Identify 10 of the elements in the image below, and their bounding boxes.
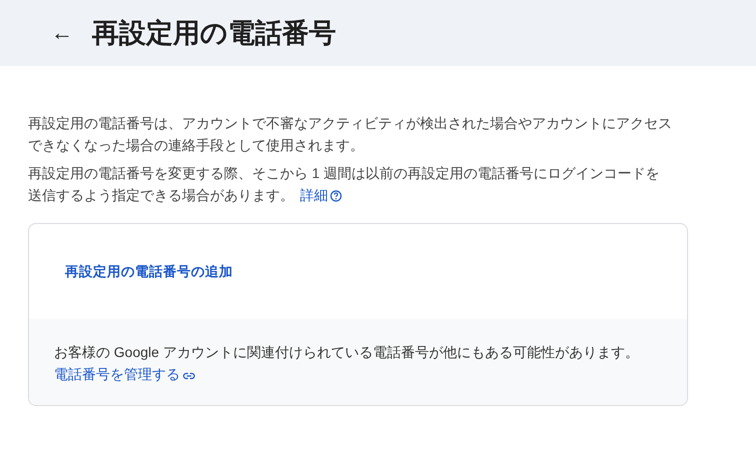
description-text: 再設定用の電話番号は、アカウントで不審なアクティビティが検出された場合やアカウントにアクセスできなくなった場合の連絡手段として使用されます。	[28, 114, 673, 155]
note-text: お客様の Google アカウントに関連付けられている電話番号が他にもある可能性があります。 電話番号を管理する	[54, 344, 639, 382]
details-link[interactable]: 詳細	[300, 187, 342, 203]
add-phone-button[interactable]: 再設定用の電話番号の追加	[57, 254, 241, 288]
back-icon[interactable]: ←	[49, 20, 75, 46]
description-text: 再設定用の電話番号を変更する際、そこから 1 週間は以前の再設定用の電話番号にログインコードを送信するよう指定できる場合があります。 詳細	[28, 164, 661, 205]
help-icon[interactable]	[330, 190, 342, 202]
manage-phone-link[interactable]: 電話番号を管理する	[54, 366, 195, 382]
page-title: 再設定用の電話番号	[92, 17, 336, 51]
link-icon[interactable]	[183, 372, 195, 380]
